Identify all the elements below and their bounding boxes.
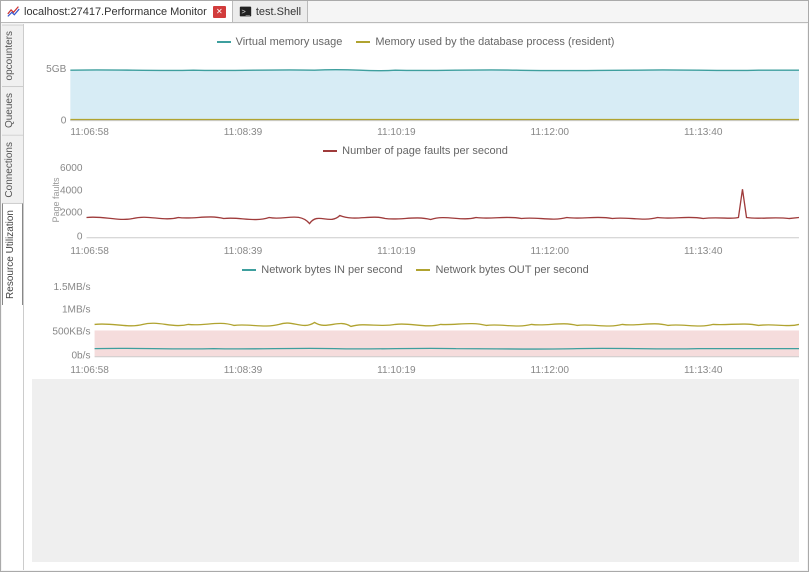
legend-swatch xyxy=(323,150,337,152)
legend-faults: Number of page faults per second xyxy=(32,141,799,159)
legend-item: Network bytes IN per second xyxy=(242,264,402,276)
bottom-spacer xyxy=(32,379,799,562)
x-tick: 11:13:40 xyxy=(684,246,723,257)
y-tick: 5GB xyxy=(46,64,66,75)
side-tab-connections[interactable]: Connections xyxy=(2,135,23,204)
legend-label: Virtual memory usage xyxy=(236,36,343,48)
x-tick: 11:12:00 xyxy=(531,365,570,376)
legend-swatch xyxy=(242,269,256,271)
chart-stack: Virtual memory usage Memory used by the … xyxy=(32,32,799,562)
tab-perf-monitor[interactable]: localhost:27417.Performance Monitor ✕ xyxy=(1,1,233,22)
y-axis-title: Page faults xyxy=(51,178,61,223)
body: opcounters Queues Connections Resource U… xyxy=(2,24,807,570)
x-tick: 11:08:39 xyxy=(224,246,263,257)
x-tick: 11:08:39 xyxy=(224,365,263,376)
close-icon[interactable]: ✕ xyxy=(213,6,226,18)
legend-item: Network bytes OUT per second xyxy=(416,264,588,276)
y-tick: 4000 xyxy=(60,185,83,196)
app-window: localhost:27417.Performance Monitor ✕ >_… xyxy=(0,0,809,572)
area-fill xyxy=(95,330,799,356)
legend-item: Memory used by the database process (res… xyxy=(356,36,614,48)
x-tick: 11:10:19 xyxy=(377,127,416,138)
legend-swatch xyxy=(356,41,370,43)
side-tab-resource-util[interactable]: Resource Utilization xyxy=(2,203,23,305)
y-tick: 1.5MB/s xyxy=(54,282,91,293)
side-tabs: opcounters Queues Connections Resource U… xyxy=(2,24,24,570)
terminal-icon: >_ xyxy=(239,5,252,18)
y-tick: 1MB/s xyxy=(62,304,91,315)
side-tab-opcounters[interactable]: opcounters xyxy=(2,24,23,86)
chart-icon xyxy=(7,5,20,18)
x-tick: 11:12:00 xyxy=(531,127,570,138)
x-tick: 11:13:40 xyxy=(684,127,723,138)
series-net-out xyxy=(95,322,799,326)
legend-label: Memory used by the database process (res… xyxy=(375,36,614,48)
legend-label: Network bytes OUT per second xyxy=(435,264,588,276)
legend-item: Virtual memory usage xyxy=(217,36,343,48)
series-virtual xyxy=(70,70,799,71)
legend-item: Number of page faults per second xyxy=(323,145,508,157)
tab-shell[interactable]: >_ test.Shell xyxy=(233,1,308,22)
x-tick: 11:06:58 xyxy=(70,246,109,257)
tab-bar: localhost:27417.Performance Monitor ✕ >_… xyxy=(1,1,808,23)
chart-pagefaults: Number of page faults per second Page fa… xyxy=(32,141,799,260)
x-tick: 11:08:39 xyxy=(224,127,263,138)
chart-network: Network bytes IN per second Network byte… xyxy=(32,260,799,379)
area-fill xyxy=(70,70,799,120)
x-tick: 11:10:19 xyxy=(377,365,416,376)
series-net-in xyxy=(95,348,799,349)
x-tick: 11:12:00 xyxy=(531,246,570,257)
side-tab-queues[interactable]: Queues xyxy=(2,86,23,134)
legend-network: Network bytes IN per second Network byte… xyxy=(32,260,799,278)
y-tick: 6000 xyxy=(60,163,83,174)
network-chart-svg: 1.5MB/s 1MB/s 500KB/s 0b/s 11:06:58 xyxy=(32,278,799,379)
x-tick: 11:10:19 xyxy=(377,246,416,257)
y-tick: 0b/s xyxy=(71,350,90,361)
legend-label: Number of page faults per second xyxy=(342,145,508,157)
y-tick: 2000 xyxy=(60,207,83,218)
y-tick: 500KB/s xyxy=(52,326,90,337)
x-tick: 11:13:40 xyxy=(684,365,723,376)
legend-memory: Virtual memory usage Memory used by the … xyxy=(32,32,799,50)
memory-chart-svg: 5GB 0 11:06:58 11:08:39 xyxy=(32,50,799,141)
legend-swatch xyxy=(416,269,430,271)
x-tick: 11:06:58 xyxy=(70,127,109,138)
y-tick: 0 xyxy=(77,232,83,243)
y-tick: 0 xyxy=(61,116,67,127)
svg-text:>_: >_ xyxy=(241,7,250,16)
x-tick: 11:06:58 xyxy=(70,365,109,376)
chart-memory: Virtual memory usage Memory used by the … xyxy=(32,32,799,141)
legend-swatch xyxy=(217,41,231,43)
series-faults xyxy=(86,189,799,223)
faults-chart-svg: 6000 4000 2000 0 11:06:58 11:08:39 11:10… xyxy=(32,159,799,260)
chart-panel: Virtual memory usage Memory used by the … xyxy=(32,32,799,562)
legend-label: Network bytes IN per second xyxy=(261,264,402,276)
tab-label: test.Shell xyxy=(256,6,301,18)
tab-label: localhost:27417.Performance Monitor xyxy=(24,6,207,18)
